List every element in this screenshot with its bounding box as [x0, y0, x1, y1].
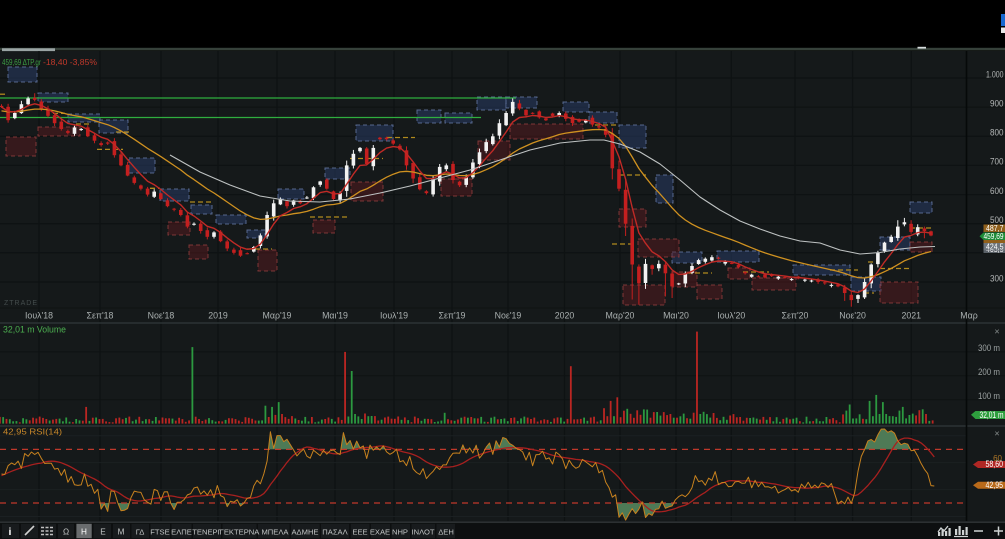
svg-text:ΠΑΣΑΛ: ΠΑΣΑΛ [322, 527, 348, 536]
svg-text:700: 700 [990, 157, 1004, 167]
svg-text:Μαι'20: Μαι'20 [663, 311, 689, 321]
svg-text:Μαρ'19: Μαρ'19 [263, 311, 292, 321]
svg-text:Ιουλ'19: Ιουλ'19 [380, 311, 408, 321]
svg-text:ΙΝΛΟΤ: ΙΝΛΟΤ [411, 527, 434, 536]
svg-text:2021: 2021 [902, 311, 922, 321]
svg-text:ΕΛΠΕ: ΕΛΠΕ [171, 527, 192, 536]
svg-text:ZTRADE: ZTRADE [4, 300, 38, 307]
svg-text:ΓΔ: ΓΔ [136, 527, 145, 536]
svg-text:Ιουλ'18: Ιουλ'18 [25, 311, 53, 321]
svg-text:300: 300 [990, 273, 1004, 283]
svg-text:Σεπ'18: Σεπ'18 [87, 311, 114, 321]
svg-text:Νοε'20: Νοε'20 [839, 311, 866, 321]
svg-text:32,01 m Volume: 32,01 m Volume [3, 325, 66, 335]
svg-text:58,60: 58,60 [986, 459, 1004, 469]
svg-text:1.000: 1.000 [986, 69, 1004, 79]
svg-text:×: × [994, 429, 999, 439]
svg-text:200 m: 200 m [978, 367, 1000, 377]
svg-text:Νοε'18: Νοε'18 [148, 311, 175, 321]
svg-text:32,01 m: 32,01 m [980, 410, 1004, 420]
svg-text:300 m: 300 m [978, 343, 1000, 353]
svg-text:Μαρ'20: Μαρ'20 [606, 311, 635, 321]
svg-text:ΓΕΚΤΕΡΝΑ: ΓΕΚΤΕΡΝΑ [220, 527, 261, 536]
svg-text:100 m: 100 m [978, 391, 1000, 401]
svg-text:Νοε'19: Νοε'19 [495, 311, 522, 321]
svg-text:900: 900 [990, 98, 1004, 108]
svg-text:-18,40 -3,85%: -18,40 -3,85% [43, 57, 97, 67]
svg-text:ΑΔΜΗΕ: ΑΔΜΗΕ [291, 527, 318, 536]
svg-text:Η: Η [81, 527, 87, 536]
svg-text:ΔΕΗ: ΔΕΗ [438, 527, 454, 536]
svg-text:42,95: 42,95 [986, 480, 1004, 490]
svg-text:i: i [9, 526, 12, 538]
svg-text:Μαι'19: Μαι'19 [322, 311, 348, 321]
svg-text:424,5: 424,5 [986, 242, 1004, 252]
svg-text:Σεπ'19: Σεπ'19 [439, 311, 466, 321]
svg-text:ΕΕΕ: ΕΕΕ [352, 527, 367, 536]
svg-text:Ιουλ'20: Ιουλ'20 [717, 311, 745, 321]
svg-text:ΕΧΑΕ: ΕΧΑΕ [370, 527, 390, 536]
svg-text:FTSE: FTSE [150, 527, 169, 536]
svg-text:ΝΗΡ: ΝΗΡ [392, 527, 408, 536]
svg-text:Μ: Μ [118, 527, 125, 536]
svg-text:×: × [994, 327, 999, 337]
svg-text:2019: 2019 [208, 311, 228, 321]
svg-text:Μαρ: Μαρ [960, 311, 977, 321]
svg-text:2020: 2020 [555, 311, 575, 321]
svg-text:42,95 RSI(14): 42,95 RSI(14) [3, 427, 62, 437]
svg-text:800: 800 [990, 128, 1004, 138]
svg-text:Ω: Ω [63, 527, 69, 536]
svg-text:459,69: 459,69 [984, 231, 1004, 241]
svg-text:ΤΕΝΕΡΓ: ΤΕΝΕΡΓ [192, 527, 222, 536]
svg-text:Ε: Ε [100, 527, 106, 536]
svg-text:459,69 ΔΤΡ.gr: 459,69 ΔΤΡ.gr [2, 57, 41, 67]
svg-text:ΜΠΕΛΑ: ΜΠΕΛΑ [261, 527, 289, 536]
svg-text:600: 600 [990, 186, 1004, 196]
svg-text:Σεπ'20: Σεπ'20 [782, 311, 809, 321]
